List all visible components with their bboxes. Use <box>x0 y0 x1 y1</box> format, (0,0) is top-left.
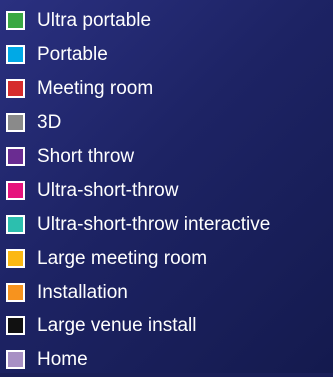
legend-item-portable: Portable <box>6 38 270 72</box>
legend-label: Meeting room <box>37 78 154 100</box>
category-legend: Ultra portable Portable Meeting room 3D … <box>0 0 333 373</box>
legend-label: Ultra-short-throw interactive <box>37 213 271 235</box>
legend-item-meeting-room: Meeting room <box>6 72 270 106</box>
legend-item-ultra-short-throw: Ultra-short-throw <box>6 173 270 207</box>
legend-item-large-venue-install: Large venue install <box>6 309 270 343</box>
legend-item-short-throw: Short throw <box>6 140 270 174</box>
legend-list: Ultra portable Portable Meeting room 3D … <box>6 4 270 377</box>
legend-label: Home <box>37 349 88 371</box>
color-swatch <box>6 79 25 99</box>
color-swatch <box>6 45 25 65</box>
color-swatch <box>6 147 25 166</box>
legend-item-large-meeting-room: Large meeting room <box>6 241 270 275</box>
legend-item-ultra-portable: Ultra portable <box>6 4 270 38</box>
legend-label: Ultra portable <box>37 10 152 32</box>
legend-label: Large meeting room <box>37 247 208 269</box>
legend-item-3d: 3D <box>6 106 270 140</box>
color-swatch <box>6 214 25 234</box>
legend-item-installation: Installation <box>6 275 270 309</box>
color-swatch <box>6 248 25 268</box>
color-swatch <box>6 113 25 133</box>
legend-item-home: Home <box>6 343 270 377</box>
legend-label: Installation <box>37 281 128 303</box>
legend-label: Ultra-short-throw <box>37 179 179 201</box>
color-swatch <box>6 316 25 336</box>
color-swatch <box>6 282 25 302</box>
legend-label: Large venue install <box>37 315 197 337</box>
color-swatch <box>6 11 25 31</box>
legend-item-ultra-short-throw-interactive: Ultra-short-throw interactive <box>6 207 270 241</box>
color-swatch <box>6 350 25 370</box>
legend-label: 3D <box>37 112 62 134</box>
legend-label: Short throw <box>37 146 135 167</box>
legend-label: Portable <box>37 44 108 66</box>
color-swatch <box>6 180 25 200</box>
